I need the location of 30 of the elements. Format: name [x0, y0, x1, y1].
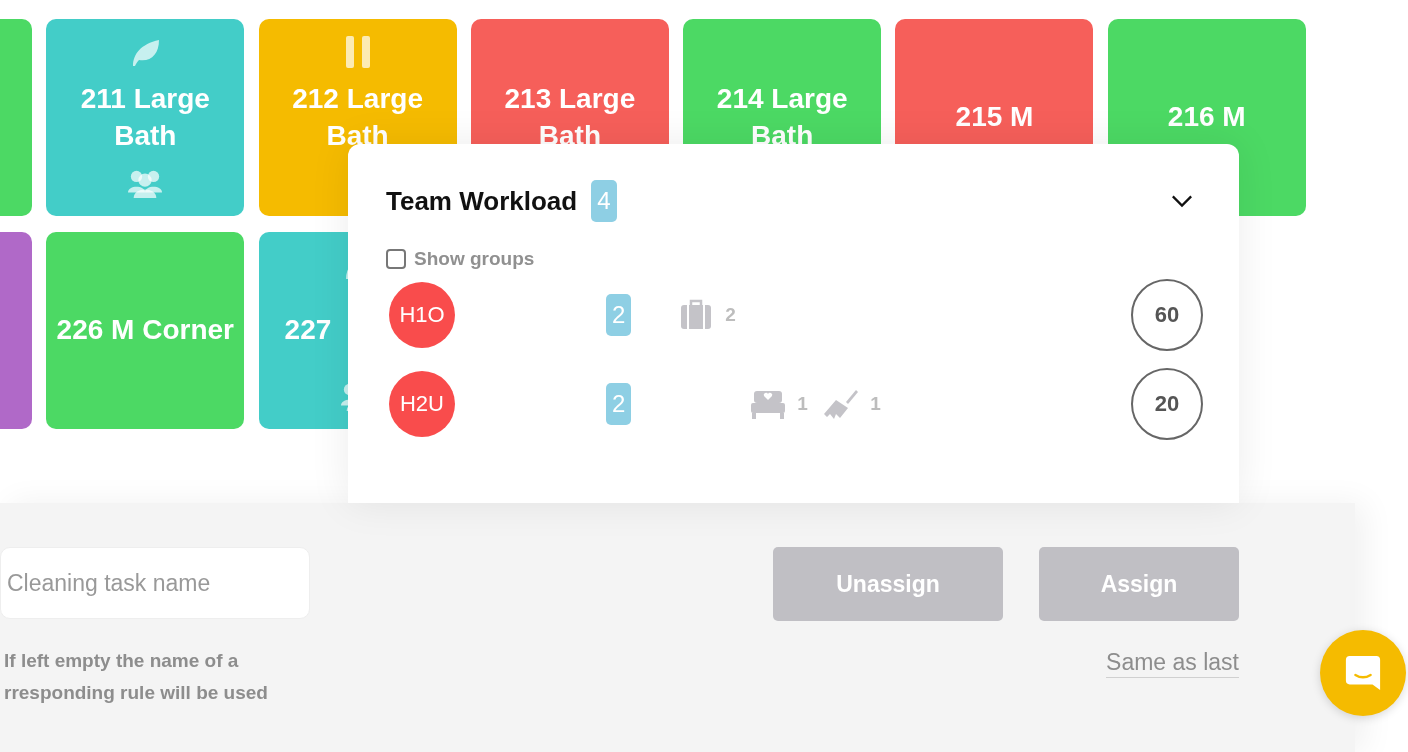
hint-text: If left empty the name of a rresponding rule will be used	[4, 649, 269, 705]
task-count: 1	[870, 392, 881, 415]
room-label: 226 M Corner	[56, 313, 234, 348]
score-circle: 60	[1131, 278, 1203, 351]
chevron-icon[interactable]	[1171, 194, 1193, 208]
room-label: 215 M	[955, 100, 1034, 135]
task-count: 1	[797, 392, 808, 415]
broom-icon	[824, 387, 859, 420]
task-name-field[interactable]: Cleaning task name	[0, 547, 310, 619]
action-button[interactable]: Assign	[1039, 547, 1239, 621]
room-label: 216 M	[1167, 100, 1246, 135]
checkbox-label: Show groups	[414, 248, 535, 270]
task-count: 2	[725, 303, 736, 326]
chat-button[interactable]	[1320, 630, 1406, 716]
count-badge: 4	[591, 180, 617, 222]
room-label: 227	[284, 313, 332, 348]
count-badge: 2	[606, 382, 632, 425]
room-tile[interactable]: 226 M Corner	[46, 232, 245, 429]
suitcase-icon	[679, 298, 714, 331]
room-tile[interactable]: 211 Large Bath	[46, 19, 245, 216]
action-button[interactable]: Unassign	[773, 547, 1003, 621]
count-badge: 2	[606, 293, 632, 336]
avatar: H2U	[389, 370, 455, 437]
score-circle: 20	[1131, 367, 1203, 440]
same-as-last-link[interactable]: Same as last	[1106, 647, 1239, 678]
checkbox[interactable]	[386, 249, 406, 269]
chat-icon	[1344, 654, 1382, 692]
avatar: H1O	[389, 281, 455, 348]
room-label: 211 Large Bath	[79, 82, 211, 153]
room-label: 212 Large Bath	[291, 82, 424, 153]
